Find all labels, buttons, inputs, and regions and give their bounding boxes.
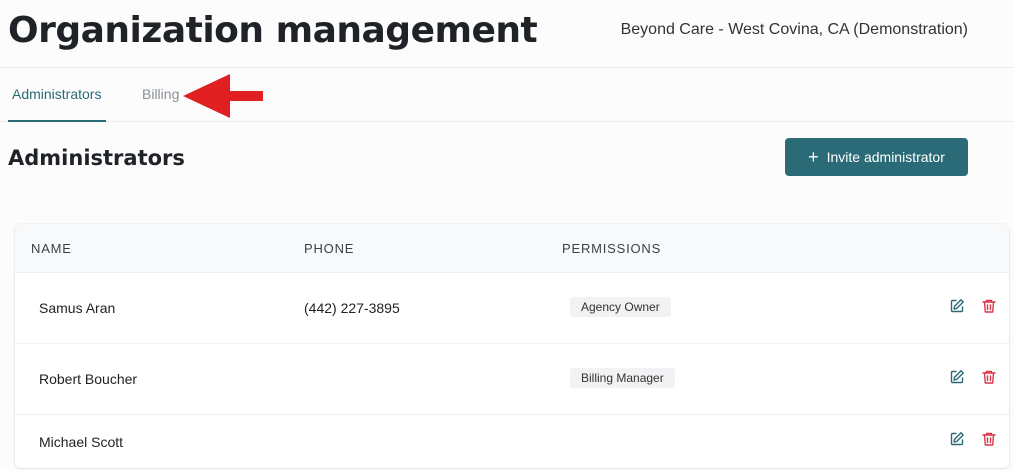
column-header-permissions: PERMISSIONS	[562, 241, 662, 256]
trash-icon[interactable]	[981, 431, 997, 447]
admin-name: Michael Scott	[39, 434, 124, 450]
permission-badge: Billing Manager	[570, 368, 675, 388]
column-header-name: NAME	[31, 241, 72, 256]
admin-name: Samus Aran	[39, 300, 116, 316]
table-header: NAME PHONE PERMISSIONS	[15, 224, 1009, 273]
table-row: Samus Aran (442) 227-3895 Agency Owner	[15, 273, 1009, 344]
trash-icon[interactable]	[981, 298, 997, 314]
table-row: Robert Boucher Billing Manager	[15, 344, 1009, 415]
column-header-phone: PHONE	[304, 241, 355, 256]
edit-icon[interactable]	[949, 298, 965, 314]
table-row: Michael Scott	[15, 415, 1009, 468]
tab-bar: Administrators Billing	[0, 68, 1014, 122]
section-title: Administrators	[8, 146, 185, 170]
annotation-arrow-icon	[183, 74, 263, 118]
administrators-table: NAME PHONE PERMISSIONS Samus Aran (442) …	[15, 224, 1009, 468]
page-title: Organization management	[8, 10, 538, 51]
trash-icon[interactable]	[981, 369, 997, 385]
active-tab-indicator	[8, 120, 106, 122]
tab-administrators[interactable]: Administrators	[12, 86, 101, 102]
organization-name: Beyond Care - West Covina, CA (Demonstra…	[620, 21, 968, 38]
tab-billing[interactable]: Billing	[142, 86, 179, 102]
admin-name: Robert Boucher	[39, 371, 138, 387]
admin-phone: (442) 227-3895	[304, 300, 400, 316]
edit-icon[interactable]	[949, 431, 965, 447]
plus-icon: +	[808, 147, 819, 167]
invite-administrator-button[interactable]: + Invite administrator	[785, 138, 968, 176]
edit-icon[interactable]	[949, 369, 965, 385]
permission-badge: Agency Owner	[570, 297, 671, 317]
page-header: Organization management Beyond Care - We…	[0, 0, 1014, 68]
invite-administrator-label: Invite administrator	[826, 149, 945, 165]
